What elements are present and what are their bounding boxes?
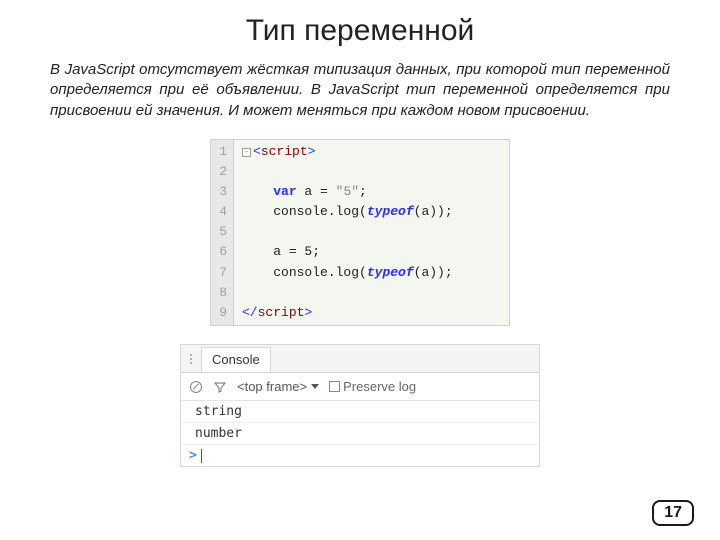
code-area: -<script> var a = "5"; console.log(typeo… [234,140,509,325]
code-token: > [304,305,312,320]
code-line: -<script> [242,142,501,162]
code-token: console.log( [273,204,367,219]
code-line [242,222,501,242]
code-line: </script> [242,303,501,323]
prompt-chevron-icon: > [189,448,197,463]
code-token [242,244,273,259]
console-row: number [181,423,539,445]
code-token: ; [359,184,367,199]
text-fragment: JavaScript [329,81,399,98]
page-number-badge: 17 [652,500,694,526]
tab-console[interactable]: Console [201,347,271,372]
drag-handle-icon[interactable] [181,354,201,364]
line-number: 1 [215,142,227,162]
code-token [242,204,273,219]
console-output: string number > [181,401,539,466]
chevron-down-icon [311,384,319,389]
code-line: var a = "5"; [242,182,501,202]
code-token [242,184,273,199]
code-line [242,283,501,303]
line-number-gutter: 1 2 3 4 5 6 7 8 9 [211,140,234,325]
line-number: 7 [215,263,227,283]
code-token: a = [297,184,336,199]
code-editor: 1 2 3 4 5 6 7 8 9 -<script> var a = "5";… [210,139,510,326]
code-line: console.log(typeof(a)); [242,202,501,222]
console-toolbar: <top frame> Preserve log [181,373,539,401]
line-number: 3 [215,182,227,202]
slide-title: Тип переменной [0,0,720,48]
code-token: (a)); [414,204,453,219]
code-token: a = 5; [273,244,320,259]
fold-icon[interactable]: - [242,148,251,157]
code-token: typeof [367,204,414,219]
line-number: 6 [215,242,227,262]
console-tabbar: Console [181,345,539,373]
code-token: > [308,144,316,159]
code-token: console.log( [273,265,367,280]
console-row: string [181,401,539,423]
code-token: typeof [367,265,414,280]
body-paragraph: В JavaScript отсутствует жёсткая типизац… [0,48,720,121]
code-token: "5" [336,184,359,199]
text-cursor [201,449,202,463]
code-token [242,265,273,280]
code-token: script [258,305,305,320]
code-line: a = 5; [242,242,501,262]
code-line: console.log(typeof(a)); [242,263,501,283]
text-fragment: JavaScript [65,61,135,78]
line-number: 2 [215,162,227,182]
filter-icon[interactable] [213,380,227,394]
frame-selector[interactable]: <top frame> [237,379,319,394]
clear-console-icon[interactable] [189,380,203,394]
text-fragment: В [50,61,65,78]
code-token: script [261,144,308,159]
line-number: 5 [215,222,227,242]
code-token: (a)); [414,265,453,280]
code-line [242,162,501,182]
code-token: var [273,184,296,199]
line-number: 9 [215,303,227,323]
console-prompt[interactable]: > [181,445,539,466]
checkbox-icon [329,381,340,392]
preserve-log-label: Preserve log [343,379,416,394]
code-token: </ [242,305,258,320]
preserve-log-toggle[interactable]: Preserve log [329,379,416,394]
line-number: 8 [215,283,227,303]
line-number: 4 [215,202,227,222]
frame-label: <top frame> [237,379,307,394]
code-token: < [253,144,261,159]
devtools-console: Console <top frame> Preserve log string … [180,344,540,467]
